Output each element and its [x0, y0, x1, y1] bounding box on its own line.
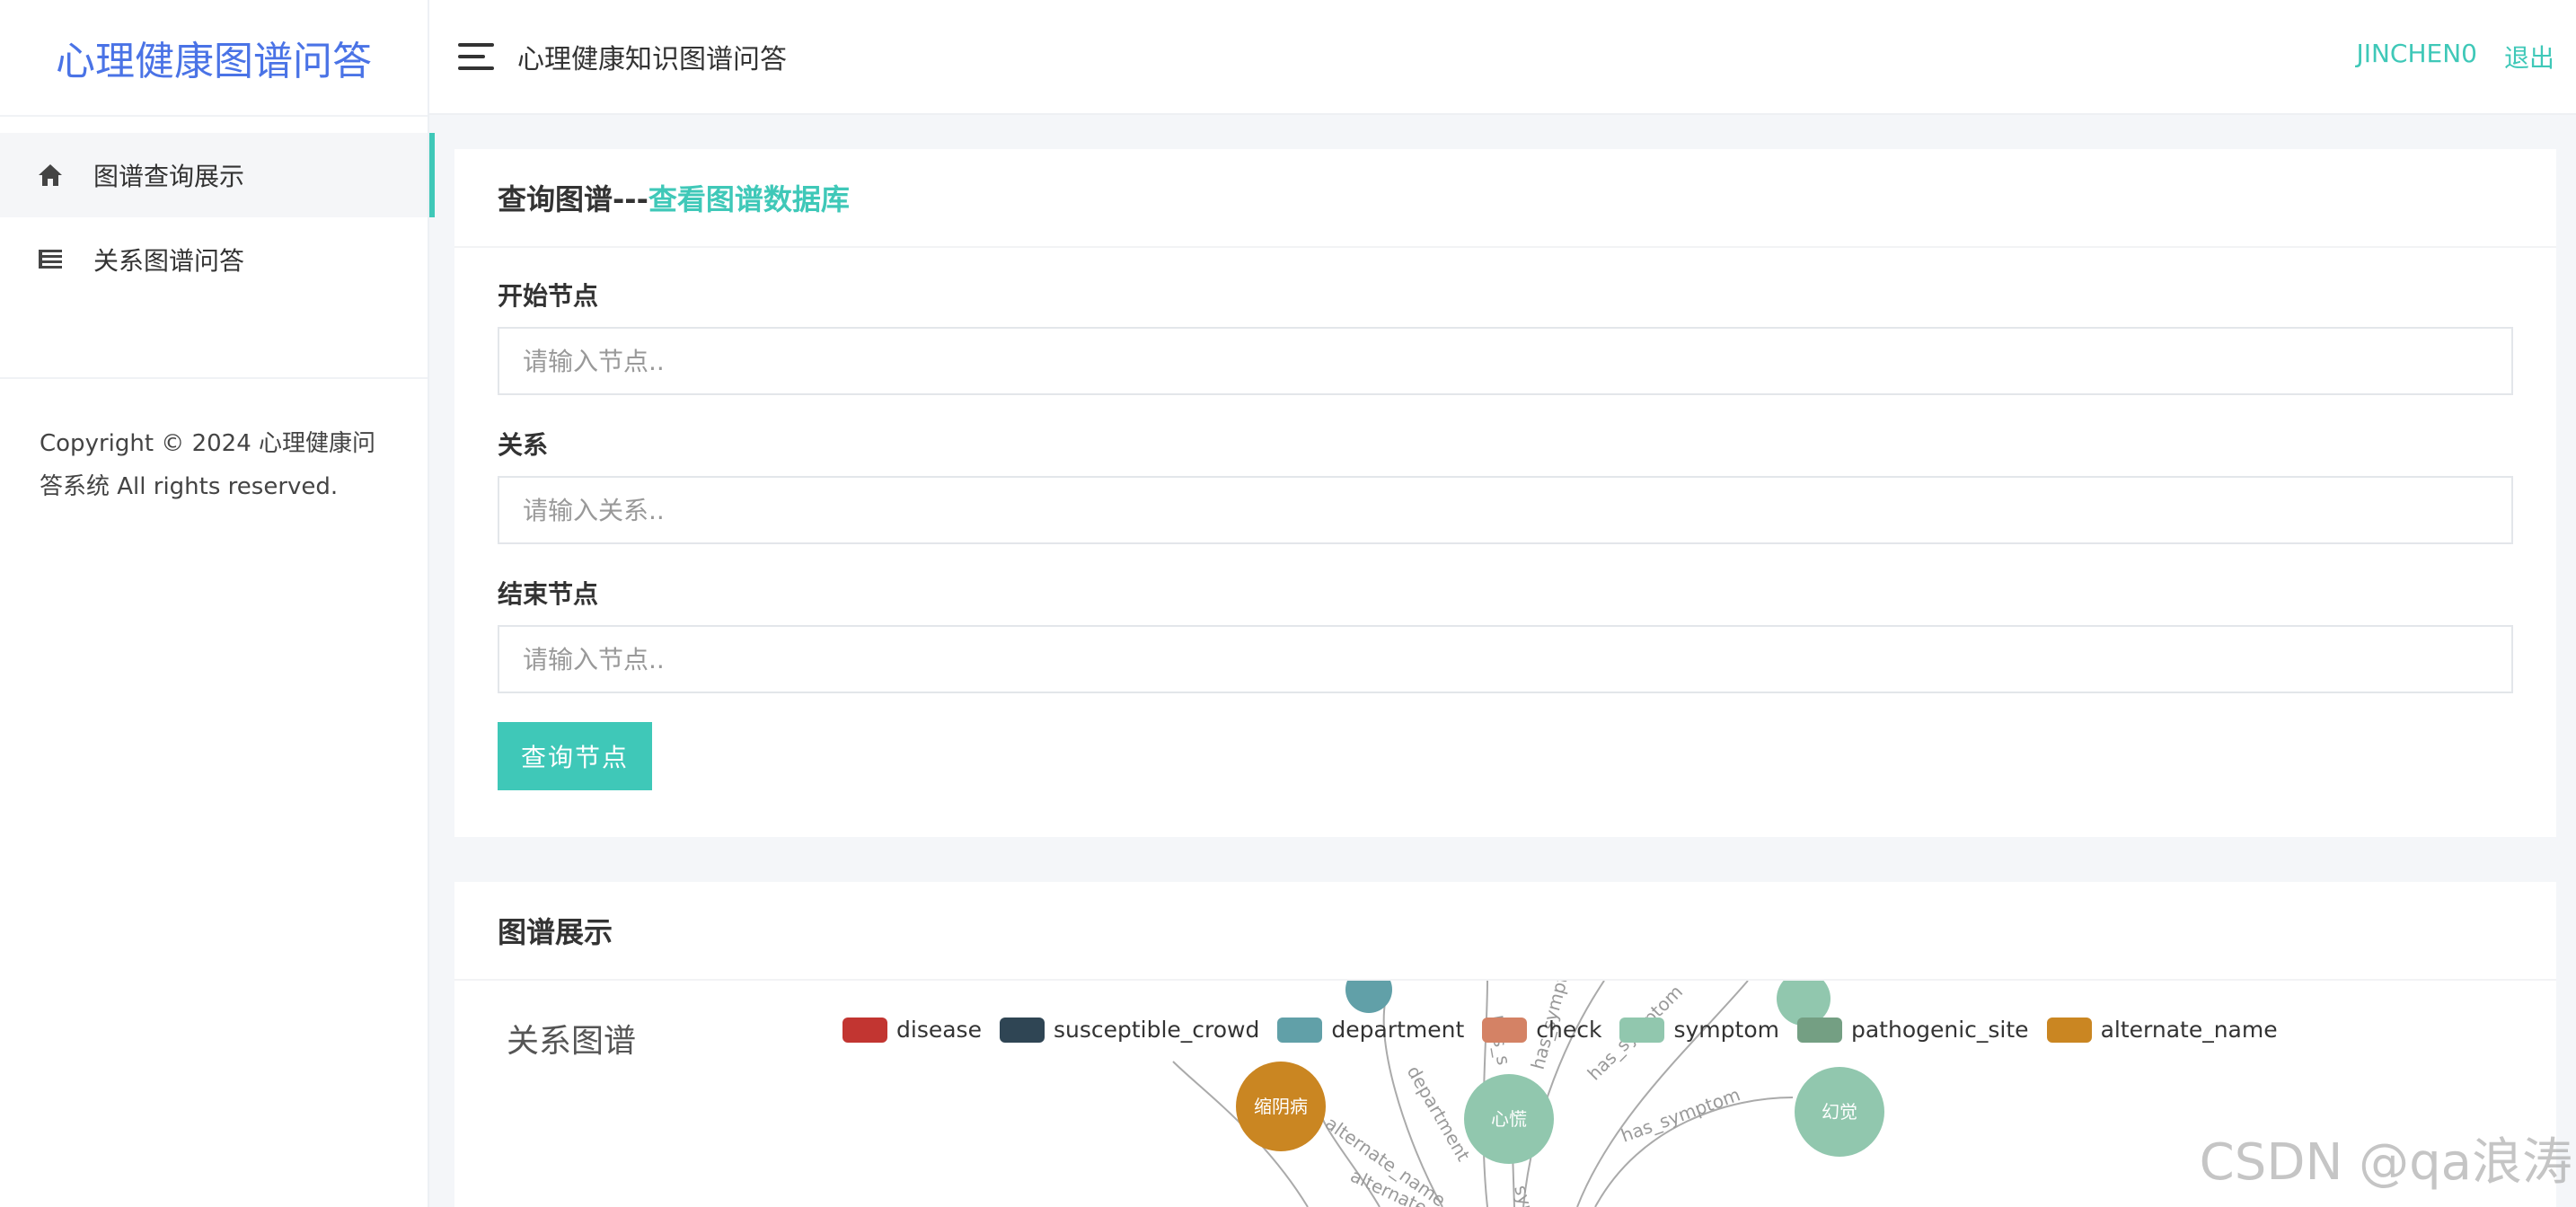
edge-label: department — [1403, 1062, 1475, 1166]
legend-swatch — [842, 1017, 887, 1043]
sidebar-nav: 图谱查询展示 关系图谱问答 — [0, 115, 435, 302]
legend-item-symptom[interactable]: symptom — [1619, 1017, 1779, 1043]
query-card-header: 查询图谱--- 查看图谱数据库 — [454, 149, 2556, 248]
legend-label: pathogenic_site — [1850, 1017, 2029, 1043]
sidebar-item-label: 图谱查询展示 — [93, 162, 245, 191]
watermark: CSDN @qa浪涛 — [2199, 1133, 2572, 1192]
menu-toggle-icon[interactable] — [458, 43, 494, 70]
legend-swatch — [1482, 1017, 1528, 1043]
legend-swatch — [999, 1017, 1045, 1043]
legend-item-check[interactable]: check — [1482, 1017, 1601, 1043]
legend-label: check — [1536, 1017, 1602, 1043]
page-title: 心理健康知识图谱问答 — [517, 44, 787, 75]
start-node-input[interactable] — [498, 327, 2513, 395]
query-card: 查询图谱--- 查看图谱数据库 开始节点 关系 结束节点 查询节点 — [454, 149, 2556, 837]
edge-label: sym — [1510, 1183, 1540, 1207]
legend-swatch — [2046, 1017, 2092, 1043]
user-area: JINCHEN0 退出 — [2356, 39, 2554, 75]
query-card-title: 查询图谱--- — [498, 182, 648, 216]
brand-title[interactable]: 心理健康图谱问答 — [0, 0, 428, 115]
graph-node-partial[interactable] — [1345, 981, 1392, 1013]
sidebar-item-graph-query[interactable]: 图谱查询展示 — [0, 133, 435, 217]
legend-item-susceptible-crowd[interactable]: susceptible_crowd — [999, 1017, 1260, 1043]
legend-item-pathogenic-site[interactable]: pathogenic_site — [1796, 1017, 2029, 1043]
graph-node-label: 心慌 — [1491, 1108, 1527, 1130]
graph-chart-title: 关系图谱 — [507, 1023, 637, 1060]
view-database-link[interactable]: 查看图谱数据库 — [648, 177, 850, 218]
legend-swatch — [1277, 1017, 1323, 1043]
legend-swatch — [1619, 1017, 1665, 1043]
graph-card-header: 图谱展示 — [454, 882, 2556, 981]
end-node-input[interactable] — [498, 625, 2513, 693]
relation-input[interactable] — [498, 476, 2513, 544]
graph-node-label: 幻觉 — [1822, 1101, 1857, 1123]
legend-item-disease[interactable]: disease — [842, 1017, 982, 1043]
legend-swatch — [1796, 1017, 1842, 1043]
sidebar-item-relation-qa[interactable]: 关系图谱问答 — [0, 217, 428, 302]
graph-legend: disease susceptible_crowd department check s… — [842, 1017, 2296, 1043]
graph-card-title: 图谱展示 — [498, 915, 613, 949]
copyright-text: Copyright © 2024 心理健康问答系统 All rights res… — [40, 430, 376, 500]
legend-label: department — [1331, 1017, 1465, 1043]
logout-link[interactable]: 退出 — [2504, 39, 2554, 75]
graph-node-label: 缩阴病 — [1254, 1096, 1308, 1117]
edge-label: has_symptom — [1619, 1083, 1743, 1146]
query-form: 开始节点 关系 结束节点 查询节点 — [454, 248, 2556, 790]
start-node-label: 开始节点 — [498, 281, 599, 311]
legend-label: susceptible_crowd — [1053, 1017, 1260, 1043]
top-bar: 心理健康知识图谱问答 JINCHEN0 退出 — [429, 0, 2576, 115]
relation-label: 关系 — [498, 430, 549, 460]
query-node-button[interactable]: 查询节点 — [498, 722, 652, 790]
legend-label: symptom — [1673, 1017, 1779, 1043]
sidebar-item-label: 关系图谱问答 — [93, 246, 245, 276]
username-link[interactable]: JINCHEN0 — [2356, 39, 2477, 75]
legend-item-alternate-name[interactable]: alternate_name — [2046, 1017, 2278, 1043]
sidebar: 心理健康图谱问答 图谱查询展示 关系图谱问答 Copyright © 2024 … — [0, 0, 435, 1207]
legend-item-department[interactable]: department — [1277, 1017, 1464, 1043]
legend-label: disease — [896, 1017, 982, 1043]
legend-label: alternate_name — [2100, 1017, 2278, 1043]
end-node-label: 结束节点 — [498, 579, 599, 609]
home-icon — [36, 161, 65, 189]
list-icon — [36, 245, 65, 274]
